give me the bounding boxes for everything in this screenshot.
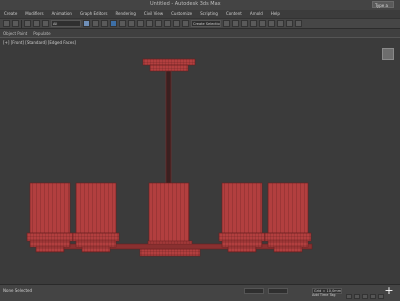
menu-item-animation[interactable]: Animation [48, 10, 76, 18]
window-title: Untitled - Autodesk 3ds Max [150, 1, 221, 7]
menu-item-modifiers[interactable]: Modifiers [21, 10, 47, 18]
ribbon-bar: Object Paint Populate [0, 29, 400, 37]
toolbar-divider [21, 19, 22, 28]
menu-bar: Create Modifiers Animation Graph Editors… [0, 10, 400, 18]
menu-item-help[interactable]: Help [267, 10, 284, 18]
scale-icon[interactable] [128, 20, 135, 27]
move-icon[interactable] [110, 20, 117, 27]
schematic-view-icon[interactable] [259, 20, 266, 27]
render-setup-icon[interactable] [277, 20, 284, 27]
unlink-icon[interactable] [33, 20, 40, 27]
add-time-tag-button[interactable]: Add Time Tag [312, 293, 336, 297]
next-frame-icon[interactable] [370, 294, 376, 299]
previous-frame-icon[interactable] [354, 294, 360, 299]
front-viewport[interactable]: [+] [Front] [Standard] [Edged Faces] [0, 37, 400, 285]
pivot-center-icon[interactable] [146, 20, 153, 27]
select-object-icon[interactable] [83, 20, 90, 27]
bind-space-warp-icon[interactable] [42, 20, 49, 27]
mirror-icon[interactable] [223, 20, 230, 27]
playback-controls [346, 294, 384, 299]
ribbon-tab-populate[interactable]: Populate [33, 31, 50, 36]
search-input[interactable]: Type a keyword or phrase [372, 1, 394, 29]
percent-snap-icon[interactable] [173, 20, 180, 27]
lamp-shade-4 [218, 182, 266, 253]
plus-icon[interactable]: + [384, 285, 394, 296]
selection-filter-dropdown[interactable]: All [51, 20, 81, 27]
ribbon-tab-object-paint[interactable]: Object Paint [3, 31, 27, 36]
menu-item-arnold[interactable]: Arnold [246, 10, 267, 18]
layer-explorer-icon[interactable] [241, 20, 248, 27]
status-bar: None Selected Grid = 10,0mm Add Time Tag… [0, 284, 400, 301]
placement-icon[interactable] [137, 20, 144, 27]
undo-icon[interactable] [3, 20, 10, 27]
render-frame-icon[interactable] [286, 20, 293, 27]
main-toolbar: All Create Selection Set [0, 18, 400, 29]
menu-item-create[interactable]: Create [0, 10, 21, 18]
menu-item-civil-view[interactable]: Civil View [140, 10, 167, 18]
play-icon[interactable] [362, 294, 368, 299]
select-by-name-icon[interactable] [92, 20, 99, 27]
menu-item-customize[interactable]: Customize [167, 10, 196, 18]
link-icon[interactable] [24, 20, 31, 27]
menu-item-graph-editors[interactable]: Graph Editors [76, 10, 111, 18]
lamp-shade-1 [26, 182, 74, 253]
menu-item-scripting[interactable]: Scripting [196, 10, 222, 18]
curve-editor-icon[interactable] [250, 20, 257, 27]
downrod [165, 70, 172, 192]
lamp-shade-3 [148, 182, 190, 242]
go-to-start-icon[interactable] [346, 294, 352, 299]
lamp-shade-5 [264, 182, 312, 253]
chandelier-mesh [26, 58, 313, 257]
material-editor-icon[interactable] [268, 20, 275, 27]
angle-snap-icon[interactable] [164, 20, 171, 27]
status-text: None Selected [3, 288, 33, 293]
spinner-snap-icon[interactable] [182, 20, 189, 27]
ceiling-canopy [142, 58, 196, 72]
menu-item-content[interactable]: Content [222, 10, 246, 18]
y-coordinate-field[interactable] [268, 288, 288, 294]
lamp-shade-2 [72, 182, 120, 253]
named-selection-dropdown[interactable]: Create Selection Set [191, 20, 221, 27]
snaps-toggle-icon[interactable] [155, 20, 162, 27]
menu-item-rendering[interactable]: Rendering [111, 10, 139, 18]
x-coordinate-field[interactable] [244, 288, 264, 294]
redo-icon[interactable] [12, 20, 19, 27]
rotate-icon[interactable] [119, 20, 126, 27]
align-icon[interactable] [232, 20, 239, 27]
rectangular-selection-icon[interactable] [101, 20, 108, 27]
render-production-icon[interactable] [295, 20, 302, 27]
